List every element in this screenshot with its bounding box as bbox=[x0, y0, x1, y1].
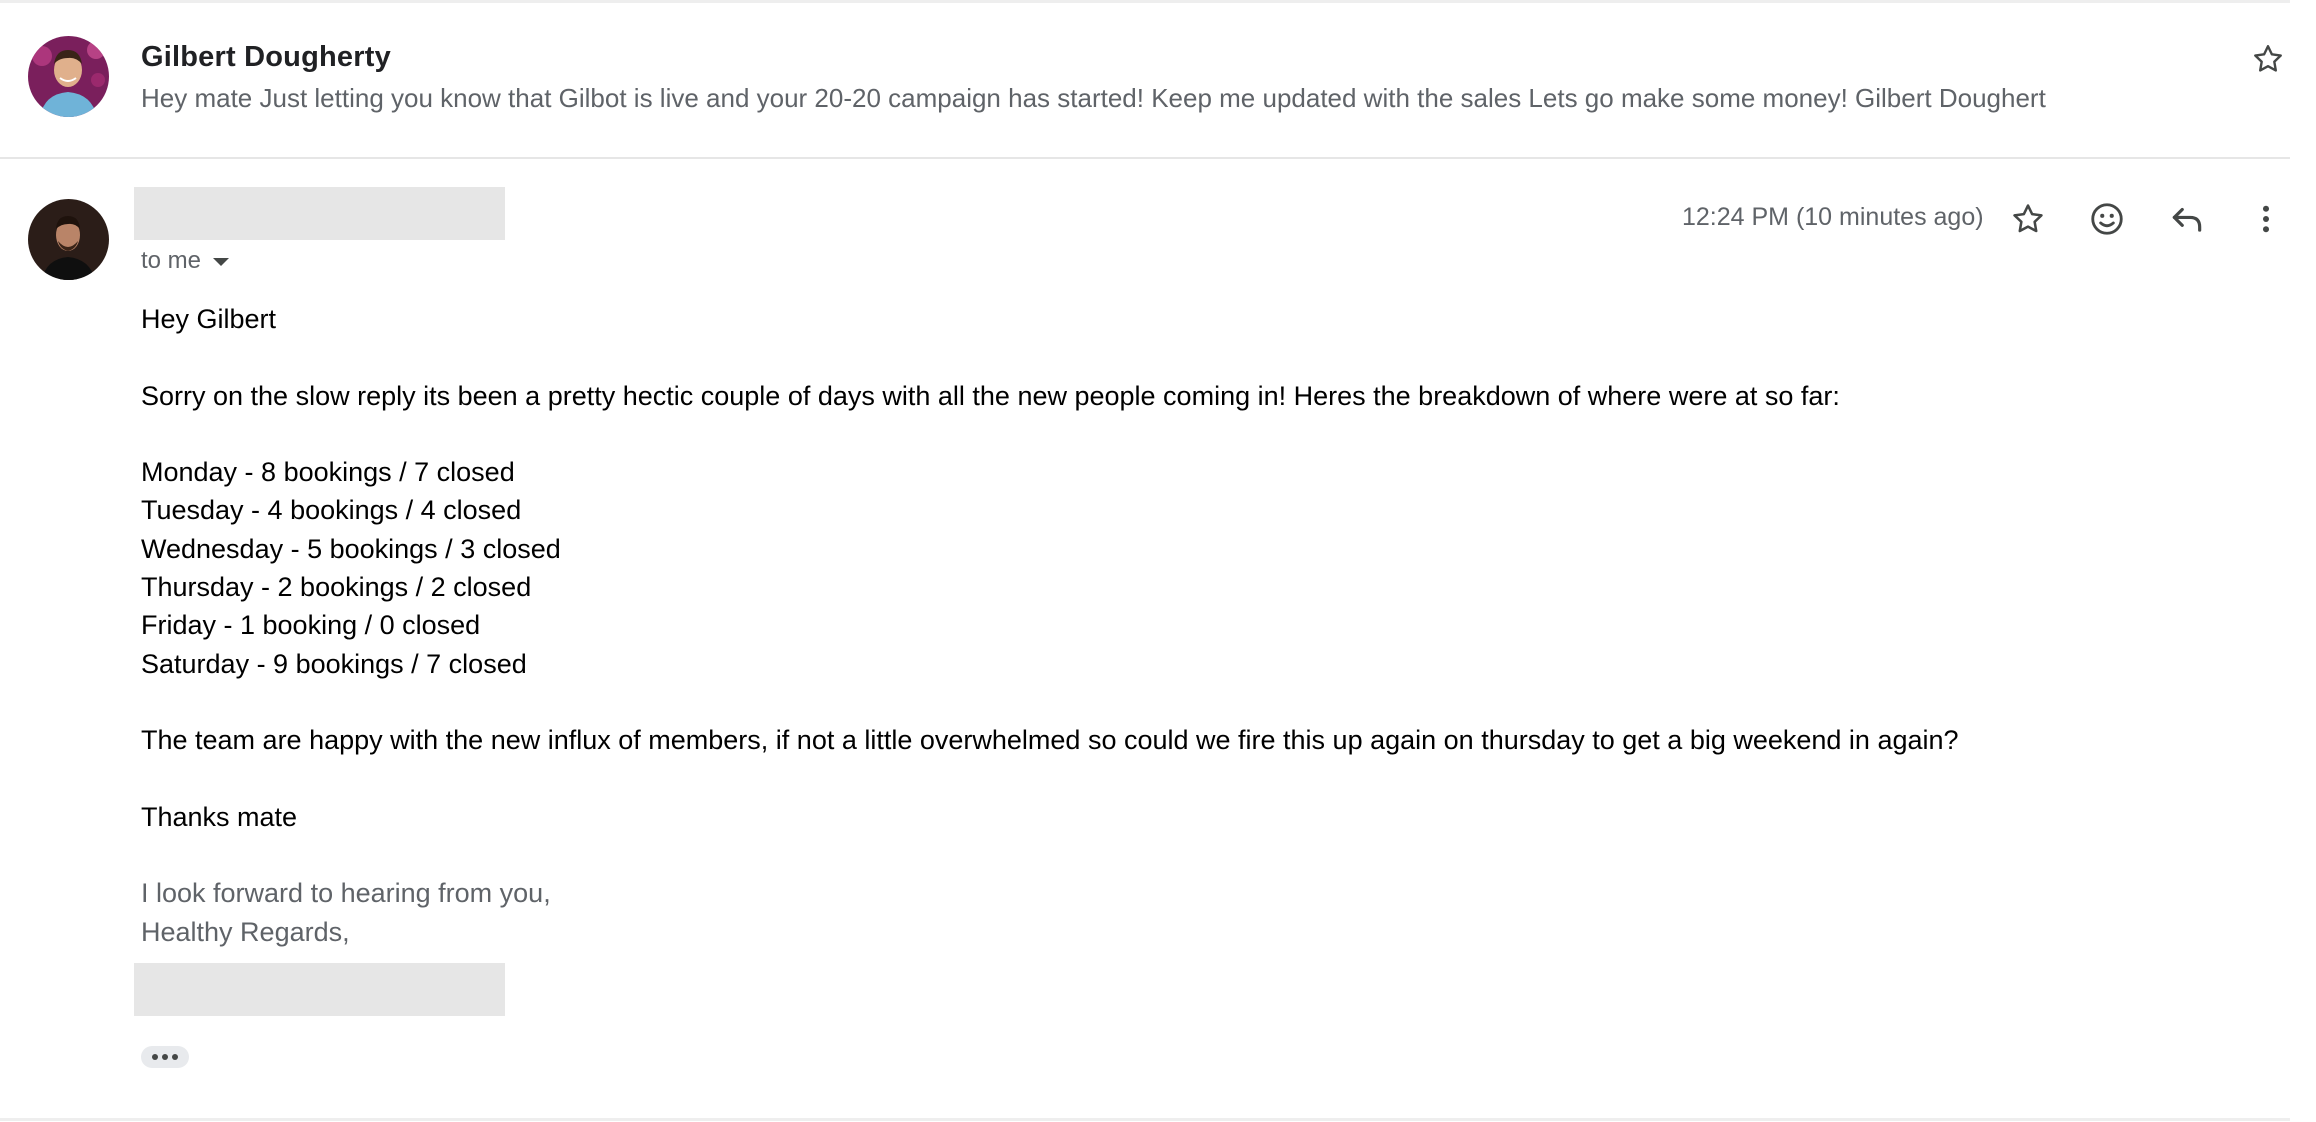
sender-avatar[interactable] bbox=[28, 36, 109, 117]
divider bbox=[0, 1118, 2290, 1121]
reply-icon[interactable] bbox=[2165, 197, 2209, 241]
breakdown-line: Monday - 8 bookings / 7 closed bbox=[141, 457, 515, 488]
thanks-line: Thanks mate bbox=[141, 801, 298, 832]
breakdown-line: Friday - 1 booking / 0 closed bbox=[141, 610, 481, 641]
signature-line: Healthy Regards, bbox=[141, 916, 350, 947]
sender-avatar[interactable] bbox=[28, 199, 109, 280]
message-body: Hey Gilbert Sorry on the slow reply its … bbox=[141, 300, 1959, 951]
emoji-icon[interactable] bbox=[2085, 197, 2129, 241]
redacted-signature-name bbox=[134, 963, 505, 1016]
star-icon[interactable] bbox=[2006, 197, 2050, 241]
request-paragraph: The team are happy with the new influx o… bbox=[141, 725, 1959, 756]
message-snippet: Hey mate Just letting you know that Gilb… bbox=[141, 83, 2046, 113]
greeting: Hey Gilbert bbox=[141, 304, 277, 334]
more-vert-icon[interactable] bbox=[2244, 197, 2288, 241]
redacted-sender-name bbox=[134, 187, 505, 240]
breakdown-line: Thursday - 2 bookings / 2 closed bbox=[141, 572, 532, 603]
collapsed-message[interactable]: Gilbert Dougherty Hey mate Just letting … bbox=[0, 3, 2290, 159]
expanded-message: to me 12:24 PM (10 minutes ago) Hey Gilb… bbox=[0, 159, 2290, 1122]
email-thread: Gilbert Dougherty Hey mate Just letting … bbox=[0, 0, 2316, 1122]
intro-paragraph: Sorry on the slow reply its been a prett… bbox=[141, 380, 1840, 411]
recipient-label: to me bbox=[141, 247, 202, 274]
breakdown-line: Tuesday - 4 bookings / 4 closed bbox=[141, 495, 522, 526]
star-icon[interactable] bbox=[2250, 41, 2286, 77]
breakdown-line: Saturday - 9 bookings / 7 closed bbox=[141, 648, 527, 679]
signature-line: I look forward to hearing from you, bbox=[141, 878, 551, 909]
breakdown-line: Wednesday - 5 bookings / 3 closed bbox=[141, 533, 561, 564]
sender-name: Gilbert Dougherty bbox=[141, 41, 391, 73]
message-timestamp: 12:24 PM (10 minutes ago) bbox=[1682, 203, 1984, 231]
chevron-down-icon bbox=[213, 258, 230, 266]
more-horiz-icon[interactable] bbox=[141, 1046, 189, 1068]
recipient-details-toggle[interactable]: to me bbox=[141, 247, 230, 275]
